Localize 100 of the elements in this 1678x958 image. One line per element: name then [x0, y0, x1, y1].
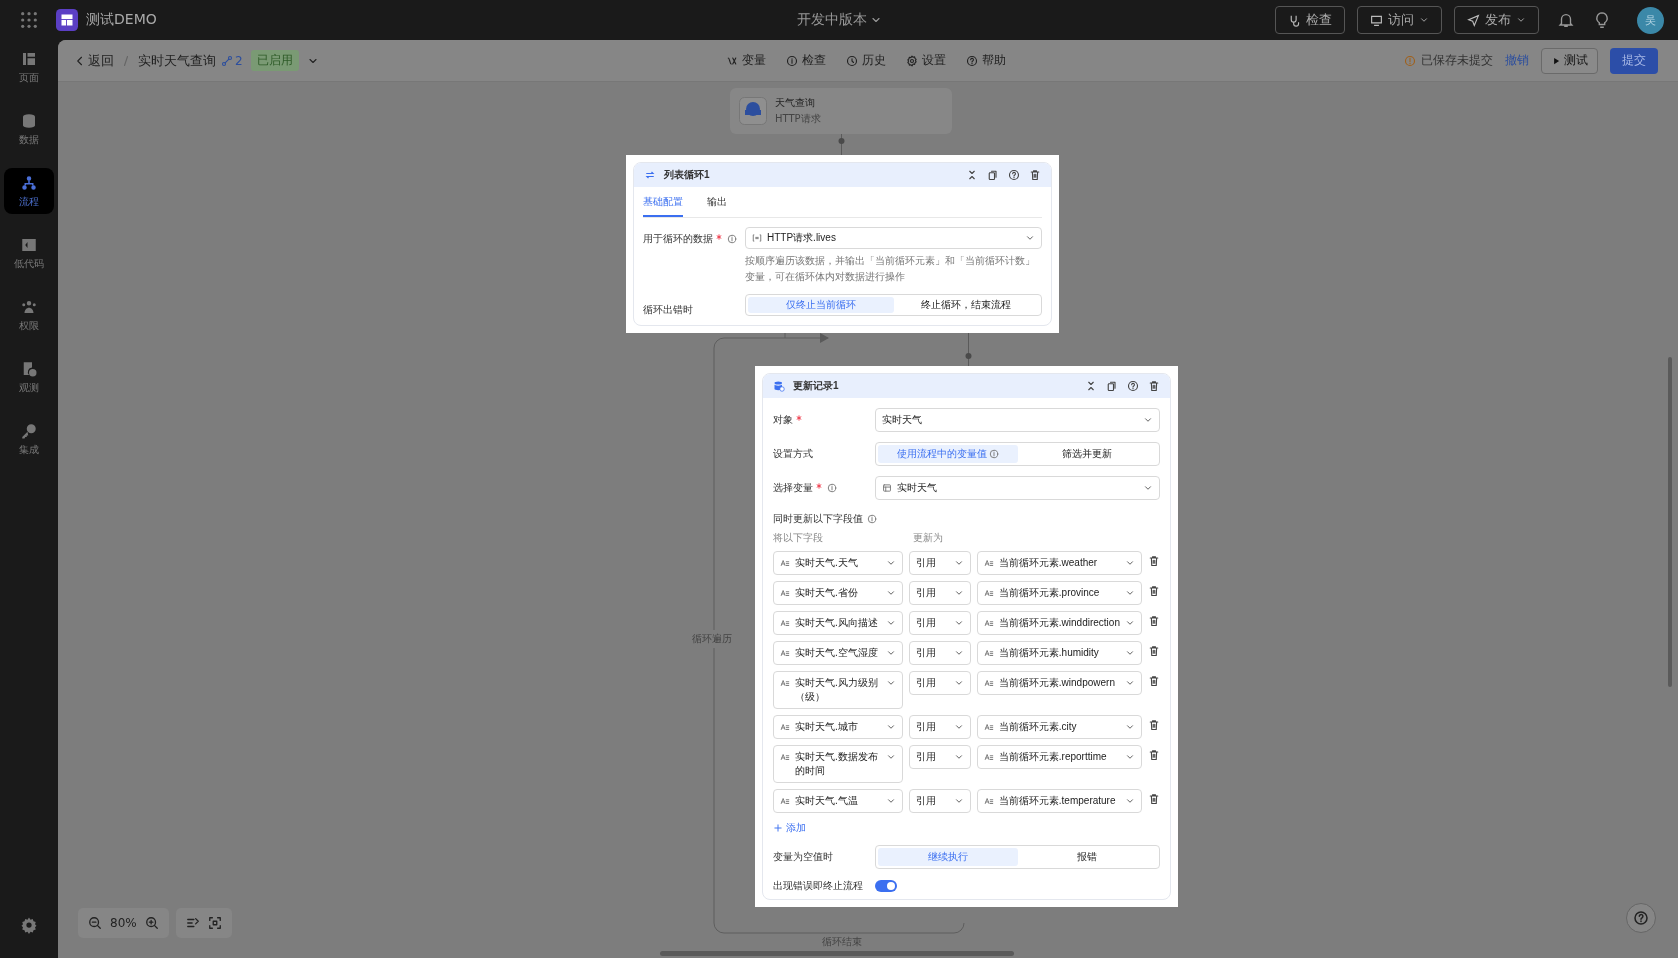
object-select[interactable]: 实时天气 [875, 408, 1160, 432]
database-icon [773, 380, 785, 392]
toolbar-button[interactable]: 检查 [786, 52, 826, 69]
data-select[interactable]: HTTP请求.lives [745, 227, 1042, 249]
copy-icon[interactable] [987, 169, 999, 181]
segment-option[interactable]: 报错 [1017, 848, 1157, 866]
value-select[interactable]: 当前循环元素.windpowern [976, 671, 1142, 695]
field-select[interactable]: 实时天气.风力级别（级） [773, 671, 904, 709]
mode-select[interactable]: 引用 [909, 641, 971, 665]
scrollbar[interactable] [660, 951, 1014, 956]
bell-icon[interactable] [1557, 11, 1575, 29]
field-select[interactable]: 实时天气.省份 [773, 581, 904, 605]
mode-select[interactable]: 引用 [909, 671, 971, 695]
sidebar-item[interactable]: 数据 [4, 106, 54, 152]
scrollbar[interactable] [1668, 357, 1672, 687]
segment-option[interactable]: 仅终止当前循环 [748, 297, 894, 313]
chevron-down-icon [1125, 588, 1135, 598]
mode-select[interactable]: 引用 [909, 745, 971, 769]
settings-icon[interactable] [20, 916, 38, 934]
info-icon[interactable] [988, 449, 999, 459]
field-select[interactable]: 实时天气.气温 [773, 789, 904, 813]
zoom-out-icon[interactable] [88, 916, 102, 930]
help-icon [966, 54, 978, 67]
mode-select[interactable]: 引用 [909, 581, 971, 605]
test-button[interactable]: 测试 [1541, 47, 1598, 74]
info-icon[interactable] [867, 514, 877, 524]
submit-button[interactable]: 提交 [1610, 47, 1658, 74]
value-select[interactable]: 当前循环元素.humidity [976, 641, 1142, 665]
fit-view-icon[interactable] [208, 916, 222, 930]
mode-select[interactable]: 引用 [909, 789, 971, 813]
topbar-button[interactable]: 发布 [1454, 6, 1539, 34]
sidebar-item[interactable]: 集成 [4, 416, 54, 462]
sidebar-item[interactable]: 权限 [4, 292, 54, 338]
delete-icon[interactable] [1148, 585, 1160, 597]
mode-select[interactable]: 引用 [909, 715, 971, 739]
value-select[interactable]: 当前循环元素.reporttime [976, 745, 1142, 769]
chevron-down-icon [1125, 618, 1135, 628]
segment-option[interactable]: 使用流程中的变量值 [878, 445, 1018, 463]
value-select[interactable]: 当前循环元素.temperature [976, 789, 1142, 813]
apps-grid-icon[interactable] [20, 11, 38, 29]
http-node[interactable]: 天气查询 HTTP请求 [730, 88, 952, 134]
help-icon[interactable] [1127, 380, 1139, 392]
toolbar-button[interactable]: 历史 [846, 52, 886, 69]
delete-icon[interactable] [1029, 169, 1041, 181]
loop-icon [644, 169, 656, 181]
mode-select[interactable]: 引用 [909, 551, 971, 575]
plus-icon [773, 823, 783, 833]
field-select[interactable]: 实时天气.城市 [773, 715, 904, 739]
value-select[interactable]: 当前循环元素.city [976, 715, 1142, 739]
text-type-icon [983, 796, 994, 806]
segment-option[interactable]: 继续执行 [878, 848, 1018, 866]
sidebar-item[interactable]: 观测 [4, 354, 54, 400]
segment-option[interactable]: 终止循环，结束流程 [893, 297, 1039, 313]
delete-icon[interactable] [1148, 555, 1160, 567]
version-selector[interactable]: 开发中版本 [796, 11, 882, 29]
back-link[interactable]: 返回 [74, 51, 114, 70]
copy-icon[interactable] [1106, 380, 1118, 392]
help-button[interactable] [1626, 903, 1656, 933]
value-select[interactable]: 当前循环元素.weather [976, 551, 1142, 575]
collapse-icon[interactable] [1085, 380, 1097, 392]
panel-tab[interactable]: 输出 [707, 187, 727, 217]
toolbar-button[interactable]: 帮助 [966, 52, 1006, 69]
delete-icon[interactable] [1148, 719, 1160, 731]
field-select[interactable]: 实时天气.空气湿度 [773, 641, 904, 665]
layout-icon[interactable] [186, 916, 200, 930]
sidebar-item[interactable]: 低代码 [4, 230, 54, 276]
delete-icon[interactable] [1148, 645, 1160, 657]
lightbulb-icon[interactable] [1593, 11, 1611, 29]
collapse-icon[interactable] [966, 169, 978, 181]
info-icon[interactable] [727, 234, 737, 244]
panel-tab[interactable]: 基础配置 [643, 187, 683, 217]
sidebar-item[interactable]: 流程 [4, 168, 54, 214]
help-icon[interactable] [1008, 169, 1020, 181]
segment-option[interactable]: 筛选并更新 [1017, 445, 1157, 463]
delete-icon[interactable] [1148, 793, 1160, 805]
delete-icon[interactable] [1148, 675, 1160, 687]
info-icon[interactable] [827, 483, 837, 493]
text-type-icon [983, 648, 994, 658]
panel-title: 更新记录1 [793, 379, 839, 393]
field-select[interactable]: 实时天气.数据发布的时间 [773, 745, 904, 783]
key-icon [20, 421, 38, 440]
topbar-button[interactable]: 检查 [1275, 6, 1345, 34]
toolbar-button[interactable]: 变量 [726, 52, 766, 69]
zoom-in-icon[interactable] [144, 916, 159, 930]
delete-icon[interactable] [1148, 615, 1160, 627]
field-select[interactable]: 实时天气.风向描述 [773, 611, 904, 635]
variable-select[interactable]: 实时天气 [875, 476, 1160, 500]
chevron-down-icon [1125, 796, 1135, 806]
delete-icon[interactable] [1148, 380, 1160, 392]
delete-icon[interactable] [1148, 749, 1160, 761]
field-select[interactable]: 实时天气.天气 [773, 551, 904, 575]
value-select[interactable]: 当前循环元素.winddirection [976, 611, 1142, 635]
sidebar-item[interactable]: 页面 [4, 44, 54, 90]
value-select[interactable]: 当前循环元素.province [976, 581, 1142, 605]
toolbar-button[interactable]: 设置 [906, 52, 946, 69]
chevron-down-icon [953, 722, 964, 732]
mode-select[interactable]: 引用 [909, 611, 971, 635]
add-link[interactable]: 添加 [773, 821, 1160, 835]
topbar-button[interactable]: 访问 [1357, 6, 1442, 34]
toggle-switch[interactable] [875, 880, 897, 892]
